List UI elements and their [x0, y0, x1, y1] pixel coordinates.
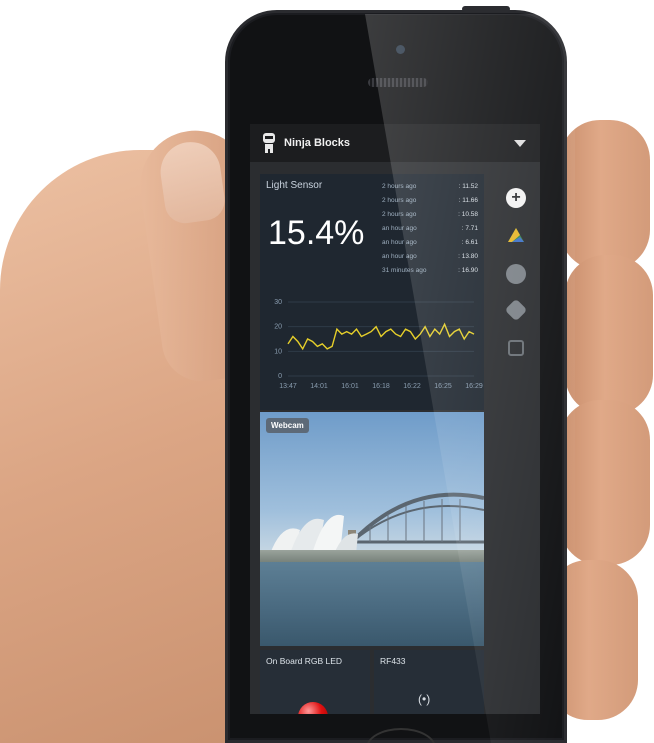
top-bar: Ninja Blocks: [250, 124, 540, 162]
y-tick-label: 20: [274, 324, 282, 331]
history-time: an hour ago: [382, 239, 417, 246]
history-time: 2 hours ago: [382, 183, 417, 190]
app-screen: Ninja Blocks Light Sensor 15.4% 2 hours …: [250, 124, 540, 714]
history-time: an hour ago: [382, 225, 417, 232]
x-tick-label: 16:29: [465, 383, 483, 390]
light-sensor-chart: 30 20 10 0 13:47 14:01 16:01 16:18 16:22 16:25 16:…: [274, 299, 483, 390]
history-time: 31 minutes ago: [382, 267, 427, 274]
network-icon[interactable]: [508, 340, 524, 356]
home-button[interactable]: [366, 728, 436, 743]
history-time: 2 hours ago: [382, 211, 417, 218]
finger-2: [565, 255, 653, 415]
finger-1: [560, 120, 650, 270]
x-tick-label: 14:01: [310, 383, 328, 390]
history-value: : 7.71: [461, 225, 478, 232]
y-tick-label: 10: [274, 348, 282, 355]
history-value: : 11.66: [458, 197, 478, 204]
app-title: Ninja Blocks: [284, 137, 351, 149]
chevron-down-icon[interactable]: [514, 140, 526, 147]
history-value: : 6.61: [461, 239, 478, 246]
smiley-icon[interactable]: [506, 264, 526, 284]
history-value: : 11.52: [458, 183, 478, 190]
history-row: 31 minutes ago : 16.90: [382, 264, 478, 278]
x-tick-label: 16:25: [434, 383, 452, 390]
history-time: an hour ago: [382, 253, 417, 260]
history-row: 2 hours ago : 10.58: [382, 208, 478, 222]
plus-icon[interactable]: +: [506, 188, 526, 208]
sleep-button[interactable]: [462, 6, 510, 12]
earpiece-speaker: [368, 78, 428, 87]
webcam-label: Webcam: [266, 418, 309, 433]
history-row: 2 hours ago : 11.66: [382, 194, 478, 208]
x-tick-label: 16:22: [403, 383, 421, 390]
ninja-robot-icon: [260, 133, 278, 153]
history-row: an hour ago : 7.71: [382, 222, 478, 236]
light-sensor-widget[interactable]: Light Sensor 15.4% 2 hours ago : 11.52 2 …: [260, 174, 484, 410]
google-drive-icon[interactable]: [506, 226, 526, 246]
history-row: an hour ago : 13.80: [382, 250, 478, 264]
y-tick-label: 30: [274, 299, 282, 306]
widget-sidebar: +: [494, 166, 540, 416]
chart-series-line: [287, 322, 475, 351]
widget-title: Light Sensor: [266, 180, 323, 191]
webcam-water: [260, 562, 484, 646]
history-row: 2 hours ago : 11.52: [382, 180, 478, 194]
history-value: : 10.58: [458, 211, 478, 218]
webcam-widget[interactable]: Webcam: [260, 412, 484, 646]
history-time: 2 hours ago: [382, 197, 417, 204]
rgb-led-widget[interactable]: On Board RGB LED: [260, 650, 370, 714]
y-tick-label: 0: [278, 373, 282, 380]
widget-title: RF433: [380, 656, 406, 666]
rf433-widget[interactable]: RF433 (•): [374, 650, 484, 714]
dropbox-icon[interactable]: [504, 298, 528, 322]
history-value: : 16.90: [458, 267, 478, 274]
current-value: 15.4%: [268, 214, 365, 252]
x-tick-label: 13:47: [279, 383, 297, 390]
history-value: : 13.80: [458, 253, 478, 260]
history-row: an hour ago : 6.61: [382, 236, 478, 250]
x-tick-label: 16:01: [341, 383, 359, 390]
reading-history: 2 hours ago : 11.52 2 hours ago : 11.66 2 …: [382, 180, 478, 278]
widget-title: On Board RGB LED: [266, 656, 343, 666]
x-tick-label: 16:18: [372, 383, 390, 390]
front-camera: [396, 45, 405, 54]
radio-signal-icon: (•): [418, 692, 431, 706]
led-indicator[interactable]: [298, 702, 328, 714]
finger-3: [560, 400, 650, 565]
